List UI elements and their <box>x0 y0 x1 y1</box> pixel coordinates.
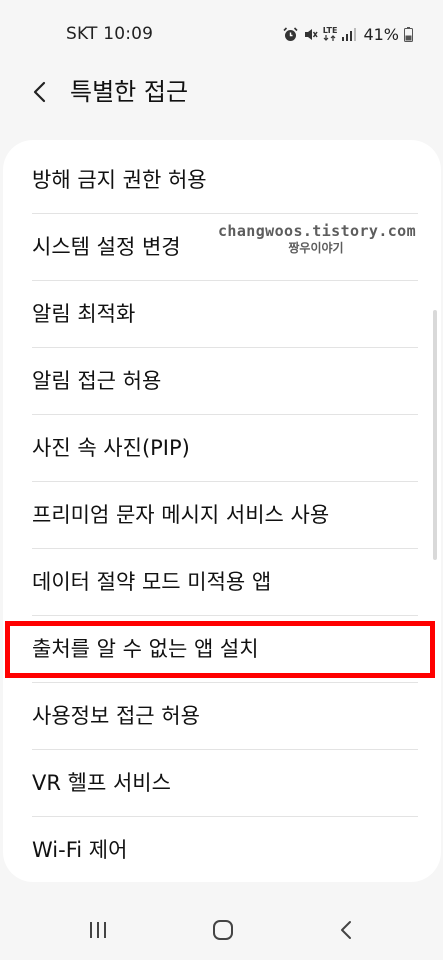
watermark-url: changwoos.tistory.com <box>218 222 417 240</box>
list-item-label: 알림 접근 허용 <box>32 369 162 393</box>
list-item-usage-access[interactable]: 사용정보 접근 허용 <box>3 683 441 749</box>
mute-icon <box>303 27 318 42</box>
list-item-label: 알림 최적화 <box>32 302 136 326</box>
list-item-picture-in-picture[interactable]: 사진 속 사진(PIP) <box>3 415 441 481</box>
home-button[interactable] <box>203 914 243 946</box>
list-item-label: 출처를 알 수 없는 앱 설치 <box>32 637 259 661</box>
page-title: 특별한 접근 <box>70 78 189 106</box>
home-icon <box>213 920 233 940</box>
list-item-notification-access[interactable]: 알림 접근 허용 <box>3 348 441 414</box>
watermark-blog-name: 짱우이야기 <box>288 241 344 255</box>
list-item-install-unknown-apps[interactable]: 출처를 알 수 없는 앱 설치 <box>3 616 441 682</box>
carrier-time: SKT 10:09 <box>66 24 154 44</box>
recent-apps-icon <box>90 922 106 938</box>
signal-icon <box>342 27 357 41</box>
list-item-wifi-control[interactable]: Wi-Fi 제어 <box>3 817 441 882</box>
list-item-label: 방해 금지 권한 허용 <box>32 168 207 192</box>
nav-back-button[interactable] <box>326 914 366 946</box>
battery-percent: 41% <box>363 24 399 44</box>
list-item-data-saver-exempt[interactable]: 데이터 절약 모드 미적용 앱 <box>3 549 441 615</box>
lte-icon: LTE <box>322 26 338 41</box>
back-icon <box>341 921 351 939</box>
app-header: 특별한 접근 <box>0 66 443 126</box>
alarm-icon <box>283 26 298 42</box>
back-button[interactable] <box>24 76 56 108</box>
scrollbar[interactable] <box>433 310 437 560</box>
battery-icon <box>404 26 413 42</box>
status-icons: LTE 41% <box>283 22 413 46</box>
list-item-label: 데이터 절약 모드 미적용 앱 <box>32 570 272 594</box>
list-item-label: 프리미엄 문자 메시지 서비스 사용 <box>32 503 330 527</box>
list-item-label: VR 헬프 서비스 <box>32 771 171 795</box>
list-item-dnd-permission[interactable]: 방해 금지 권한 허용 <box>3 147 441 213</box>
list-item-label: 시스템 설정 변경 <box>32 235 181 259</box>
list-item-label: 사용정보 접근 허용 <box>32 704 200 728</box>
status-bar: SKT 10:09 LTE 41% <box>0 0 443 66</box>
list-item-vr-helper[interactable]: VR 헬프 서비스 <box>3 750 441 816</box>
network-type: LTE <box>322 26 338 35</box>
navigation-bar <box>0 896 443 960</box>
list-item-label: 사진 속 사진(PIP) <box>32 436 190 460</box>
chevron-left-icon <box>33 81 46 103</box>
watermark: changwoos.tistory.com 짱우이야기 <box>218 222 417 256</box>
list-item-label: Wi-Fi 제어 <box>32 838 128 862</box>
list-item-premium-sms[interactable]: 프리미엄 문자 메시지 서비스 사용 <box>3 482 441 548</box>
recent-apps-button[interactable] <box>78 914 118 946</box>
list-item-notification-optimization[interactable]: 알림 최적화 <box>3 281 441 347</box>
